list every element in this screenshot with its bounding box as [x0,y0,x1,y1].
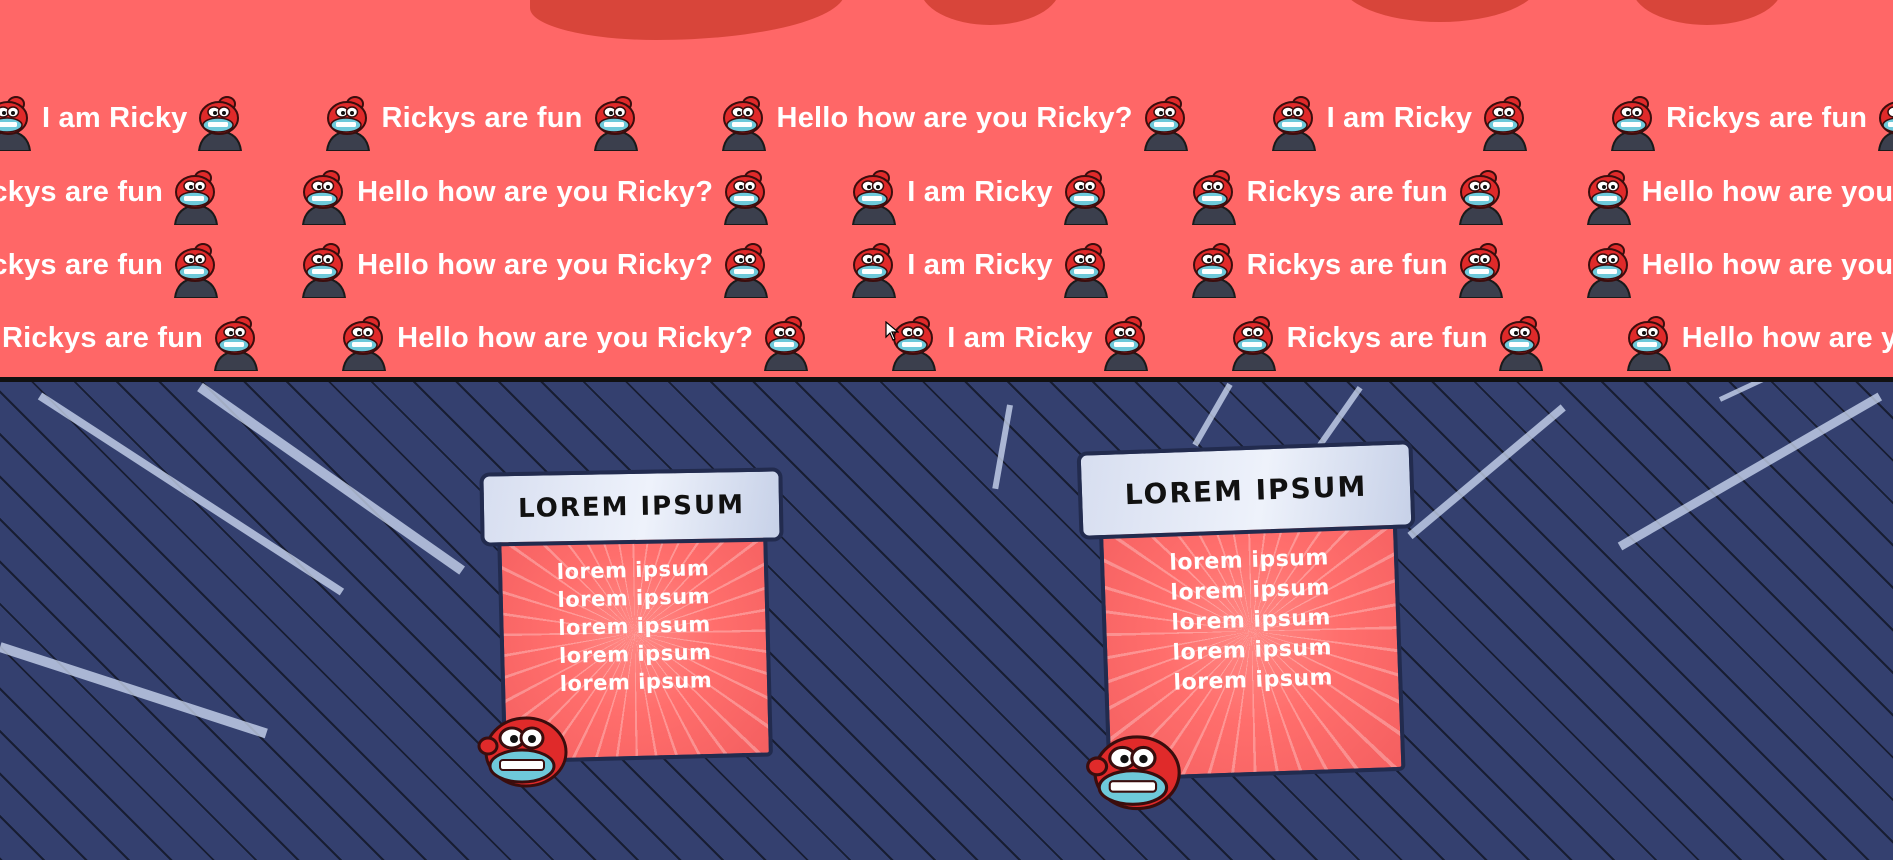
banner-phrase: Hello how are you Ricky? [357,176,714,208]
banner-phrase: Hello how are you Ricky? [1681,322,1893,354]
ricky-face-icon [335,313,393,372]
ricky-face-icon [715,93,773,152]
ricky-face-icon [1057,167,1115,226]
card-title: LOREM IPSUM [479,467,784,547]
ricky-face-icon [1580,167,1638,226]
banner-phrase: Rickys are fun [2,322,204,354]
ricky-face-icon [1185,240,1243,299]
ricky-face-icon [845,167,903,226]
banner-phrase: Rickys are fun [1246,176,1448,208]
info-card-1[interactable]: lorem ipsum lorem ipsum lorem ipsum lore… [477,467,785,788]
ricky-face-icon [191,93,249,152]
banner-phrase: Rickys are fun [1246,249,1448,281]
speed-ray [992,404,1013,490]
ricky-face-icon [207,313,265,372]
speed-ray [1407,404,1566,540]
banner-phrase: Hello how are you Ricky? [1641,249,1893,281]
ricky-mascot-icon [1080,718,1190,818]
banner-phrase: Hello how are you Ricky? [1641,176,1893,208]
banner-row: Rickys are fun Hello how are you Ricky? I … [0,313,1893,373]
ricky-face-icon [757,313,815,372]
ricky-face-icon [1604,93,1662,152]
banner-row: Rickys are fun Hello how are you Ricky? I … [0,240,1893,300]
banner-phrase: I am Ricky [1326,102,1473,134]
decor-blob [530,0,845,40]
ricky-face-icon [1265,93,1323,152]
ricky-face-icon [295,240,353,299]
ricky-face-icon [1452,240,1510,299]
card-title: LOREM IPSUM [1076,440,1416,540]
banner-row: Rickys are fun Hello how are you Ricky? I … [0,167,1893,227]
speed-ray [1617,392,1883,551]
banner-phrase: Rickys are fun [1666,102,1868,134]
ricky-face-icon [587,93,645,152]
ricky-face-icon [167,167,225,226]
ricky-face-icon [1057,240,1115,299]
banner-phrase: Rickys are fun [1286,322,1488,354]
ricky-face-icon [1620,313,1678,372]
banner-phrase: Rickys are fun [0,176,164,208]
speed-ray [1317,385,1363,447]
banner-phrase: I am Ricky [947,322,1093,354]
ricky-face-icon [1476,93,1534,152]
cards-section: lorem ipsum lorem ipsum lorem ipsum lore… [0,382,1893,860]
ricky-face-icon [1580,240,1638,299]
speed-ray [1192,382,1233,447]
decor-blob [920,0,1060,25]
ricky-face-icon [1185,167,1243,226]
decor-blob [1632,0,1782,25]
banner-phrase: Hello how are you Ricky? [357,249,714,281]
ricky-face-icon [1492,313,1550,372]
ricky-face-icon [0,93,38,152]
banner-phrase: Rickys are fun [0,249,164,281]
scrolling-text-banner: I am Ricky Rickys are fun Hello how are yo… [0,0,1893,377]
banner-row: I am Ricky Rickys are fun Hello how are yo… [0,93,1893,153]
banner-phrase: Rickys are fun [381,102,583,134]
info-card-2[interactable]: lorem ipsum lorem ipsum lorem ipsum lore… [1076,440,1418,811]
ricky-face-icon [1225,313,1283,372]
speed-ray [0,642,268,739]
banner-phrase: I am Ricky [907,249,1053,281]
banner-phrase: I am Ricky [907,176,1053,208]
decor-blob [1340,0,1540,22]
speed-ray [37,392,345,596]
ricky-face-icon [1137,93,1195,152]
banner-phrase: I am Ricky [42,102,188,134]
ricky-face-icon [295,167,353,226]
banner-phrase: Hello how are you Ricky? [776,102,1133,134]
mouse-cursor-icon [885,320,900,346]
ricky-face-icon [319,93,377,152]
ricky-face-icon [717,167,775,226]
ricky-face-icon [717,240,775,299]
ricky-face-icon [845,240,903,299]
ricky-face-icon [167,240,225,299]
ricky-face-icon [1097,313,1155,372]
speed-ray [1718,382,1785,402]
ricky-face-icon [1452,167,1510,226]
ricky-face-icon [1871,93,1893,152]
speed-ray [197,382,465,575]
ricky-mascot-icon [474,700,574,795]
banner-phrase: Hello how are you Ricky? [397,322,754,354]
